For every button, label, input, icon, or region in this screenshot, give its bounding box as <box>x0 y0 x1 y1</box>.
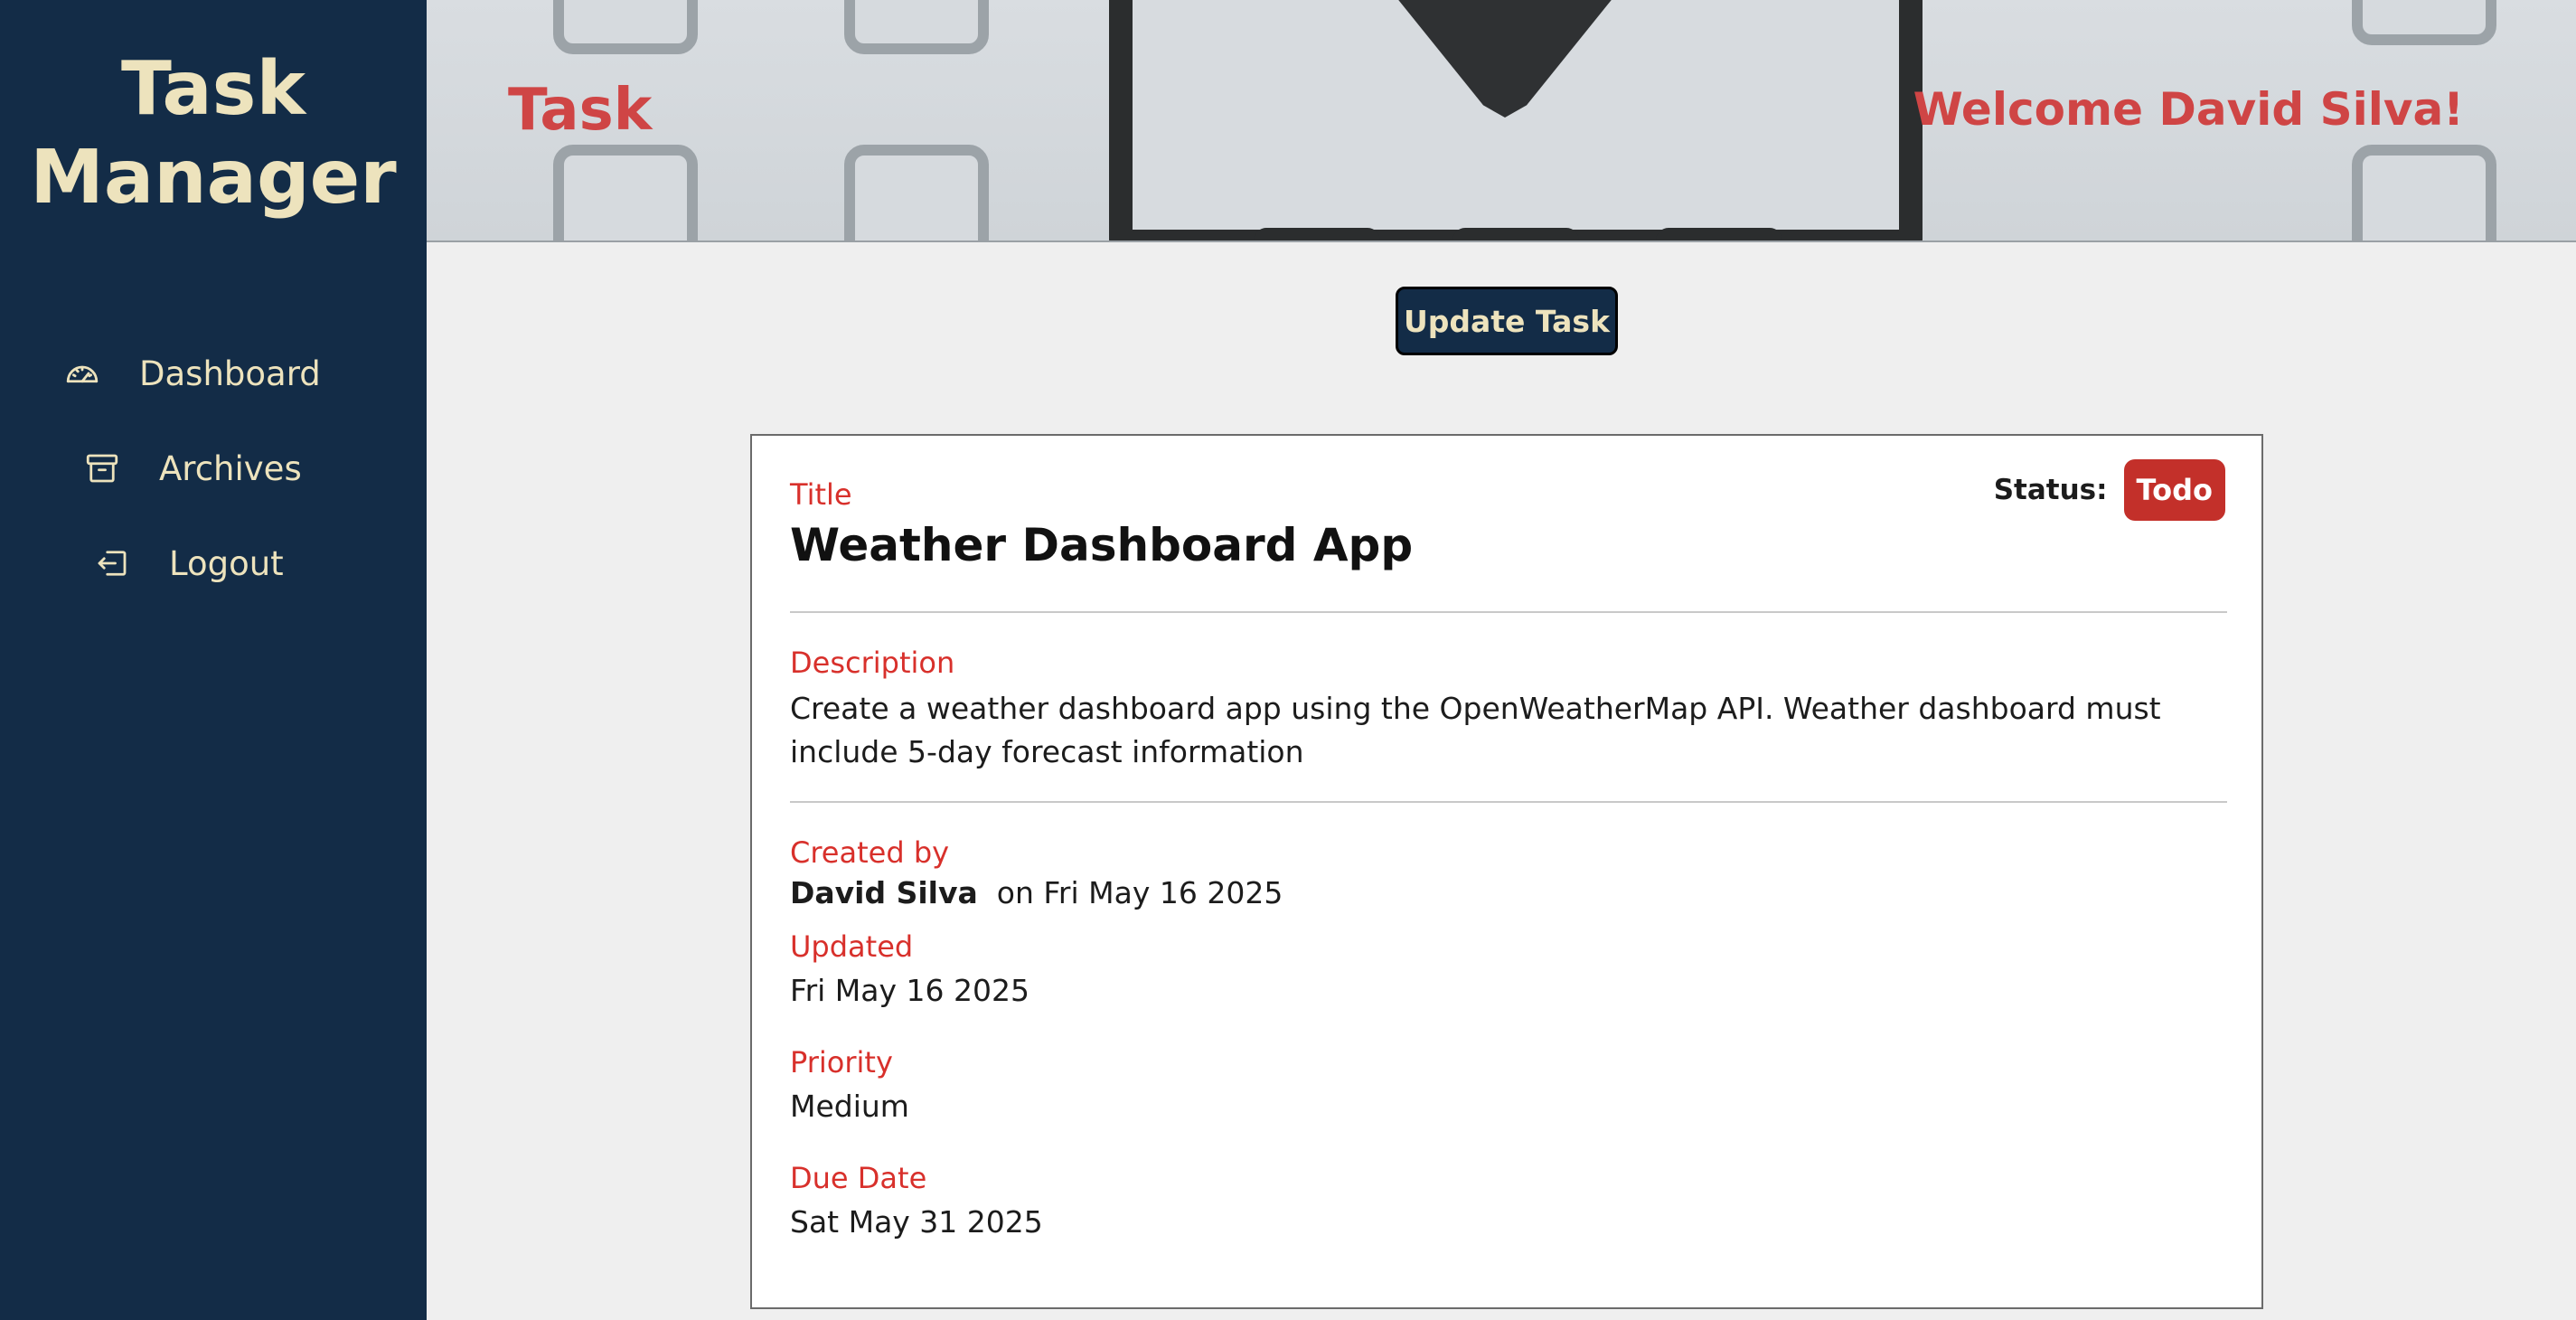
brand-line-2: Manager <box>30 135 397 221</box>
sidebar: Task Manager Dashboard Archives Logout <box>0 0 427 1320</box>
app-brand: Task Manager <box>0 45 427 222</box>
priority-value: Medium <box>790 1089 909 1124</box>
status-group: Status: Todo <box>1994 459 2225 521</box>
title-label: Title <box>790 477 852 512</box>
banner-tab-decoration <box>1453 228 1579 240</box>
divider <box>790 801 2227 803</box>
updated-date: Fri May 16 2025 <box>790 973 1029 1008</box>
due-date-value: Sat May 31 2025 <box>790 1204 1043 1240</box>
banner-checkbox-decoration <box>844 145 989 240</box>
due-date-label: Due Date <box>790 1161 927 1195</box>
sidebar-item-dashboard[interactable]: Dashboard <box>61 353 321 394</box>
sidebar-item-label: Dashboard <box>139 354 321 393</box>
task-detail-card: Title Weather Dashboard App Status: Todo… <box>750 434 2263 1309</box>
task-title: Weather Dashboard App <box>790 519 1414 571</box>
update-task-button[interactable]: Update Task <box>1396 287 1618 355</box>
banner-checkbox-decoration <box>2352 145 2496 240</box>
banner-checkbox-decoration <box>553 145 698 240</box>
divider <box>790 611 2227 613</box>
priority-label: Priority <box>790 1045 893 1080</box>
speedometer-icon <box>61 353 103 394</box>
task-description: Create a weather dashboard app using the… <box>790 691 2161 769</box>
status-badge: Todo <box>2123 459 2225 521</box>
description-label: Description <box>790 646 955 680</box>
banner-checkbox-decoration <box>2352 0 2496 45</box>
created-by-label: Created by <box>790 835 950 870</box>
banner-tab-decoration <box>1656 228 1782 240</box>
logout-icon <box>91 542 133 584</box>
archive-box-icon <box>81 448 123 489</box>
banner-tab-decoration <box>1254 228 1380 240</box>
created-date: on Fri May 16 2025 <box>996 875 1283 910</box>
banner-checkbox-decoration <box>844 0 989 54</box>
sidebar-item-archives[interactable]: Archives <box>81 448 302 489</box>
sidebar-item-label: Archives <box>159 448 302 488</box>
sidebar-item-logout[interactable]: Logout <box>91 542 284 584</box>
status-label: Status: <box>1993 474 2108 506</box>
created-by-line: David Silva on Fri May 16 2025 <box>790 875 1283 910</box>
updated-label: Updated <box>790 929 914 964</box>
creator-name: David Silva <box>790 875 978 910</box>
banner-checkbox-decoration <box>553 0 698 54</box>
sidebar-item-label: Logout <box>169 543 284 583</box>
app-root: Task Manager Dashboard Archives Logout T… <box>0 0 2576 1320</box>
welcome-message: Welcome David Silva! <box>1913 83 2464 136</box>
brand-line-1: Task <box>120 46 306 132</box>
page-title: Task <box>508 77 653 144</box>
